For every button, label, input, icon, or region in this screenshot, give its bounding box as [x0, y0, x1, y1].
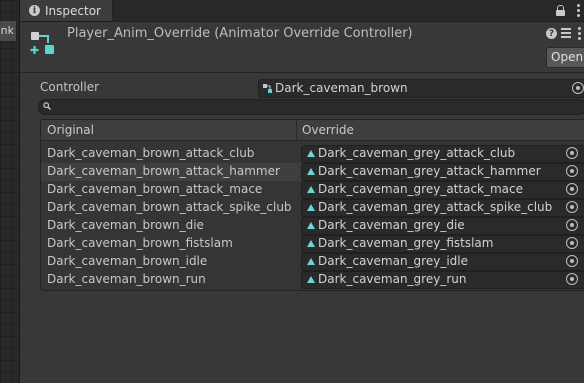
override-clip-name: Dark_caveman_grey_die — [318, 218, 465, 232]
override-clip-name: Dark_caveman_grey_attack_club — [318, 146, 516, 160]
info-icon: i — [29, 5, 40, 16]
original-clip-name: Dark_caveman_brown_fistslam — [47, 236, 233, 250]
list-row[interactable]: Dark_caveman_brown_attack_club Dark_cavem… — [41, 145, 584, 163]
side-panel-tab[interactable]: nk — [0, 20, 17, 42]
override-clip-field[interactable]: Dark_caveman_grey_attack_hammer — [301, 163, 584, 181]
open-button[interactable]: Open — [546, 47, 584, 68]
override-clip-name: Dark_caveman_grey_attack_spike_club — [318, 200, 553, 214]
header-separator — [20, 72, 584, 73]
animation-clip-icon — [307, 204, 315, 211]
tab-menu-icon[interactable] — [577, 4, 581, 17]
original-clip-name: Dark_caveman_brown_idle — [47, 254, 208, 268]
override-clip-field[interactable]: Dark_caveman_grey_die — [301, 217, 584, 235]
list-row[interactable]: Dark_caveman_brown_attack_mace Dark_cavem… — [41, 181, 584, 199]
animator-override-controller-icon — [30, 32, 54, 54]
override-list: Original Override Dark_caveman_brown_att… — [40, 119, 584, 291]
original-clip-name: Dark_caveman_brown_attack_club — [47, 146, 255, 160]
override-clip-field[interactable]: Dark_caveman_grey_attack_mace — [301, 181, 584, 199]
original-clip-name: Dark_caveman_brown_attack_spike_club — [47, 200, 292, 214]
column-header-override[interactable]: Override — [302, 123, 354, 137]
animator-controller-icon — [263, 84, 272, 93]
scene-view-edge — [0, 0, 20, 383]
list-header: Original Override — [41, 120, 584, 141]
object-picker-icon[interactable] — [566, 273, 578, 285]
tab-inspector-label: Inspector — [45, 3, 101, 18]
override-clip-field[interactable]: Dark_caveman_grey_run — [301, 271, 584, 289]
object-picker-icon[interactable] — [566, 237, 578, 249]
list-row[interactable]: Dark_caveman_brown_idle Dark_caveman_grey… — [41, 253, 584, 271]
kebab-menu-icon[interactable] — [578, 27, 582, 40]
override-clip-field[interactable]: Dark_caveman_grey_idle — [301, 253, 584, 271]
object-picker-icon[interactable] — [572, 82, 584, 94]
object-picker-icon[interactable] — [566, 147, 578, 159]
override-clip-field[interactable]: Dark_caveman_grey_attack_club — [301, 145, 584, 163]
controller-label: Controller — [40, 80, 100, 94]
original-clip-name: Dark_caveman_brown_attack_hammer — [47, 164, 280, 178]
column-divider[interactable] — [296, 120, 297, 140]
animation-clip-icon — [307, 240, 315, 247]
animation-clip-icon — [307, 258, 315, 265]
search-input[interactable] — [38, 99, 584, 115]
animation-clip-icon — [307, 276, 315, 283]
override-clip-name: Dark_caveman_grey_attack_mace — [318, 182, 524, 196]
override-clip-name: Dark_caveman_grey_fistslam — [318, 236, 494, 250]
override-clip-name: Dark_caveman_grey_run — [318, 272, 467, 286]
presets-icon[interactable] — [561, 28, 571, 39]
object-picker-icon[interactable] — [566, 183, 578, 195]
object-picker-icon[interactable] — [566, 201, 578, 213]
list-row[interactable]: Dark_caveman_brown_die Dark_caveman_grey_… — [41, 217, 584, 235]
original-clip-name: Dark_caveman_brown_die — [47, 218, 204, 232]
object-picker-icon[interactable] — [566, 255, 578, 267]
list-row[interactable]: Dark_caveman_brown_run Dark_caveman_grey_… — [41, 271, 584, 289]
override-clip-name: Dark_caveman_grey_attack_hammer — [318, 164, 541, 178]
side-panel-tab-label: nk — [0, 24, 14, 37]
asset-title: Player_Anim_Override (Animator Override … — [67, 26, 413, 41]
list-row[interactable]: Dark_caveman_brown_fistslam Dark_caveman_… — [41, 235, 584, 253]
object-picker-icon[interactable] — [566, 219, 578, 231]
search-icon — [43, 102, 51, 110]
lock-icon[interactable] — [556, 5, 565, 16]
original-clip-name: Dark_caveman_brown_attack_mace — [47, 182, 263, 196]
list-row[interactable]: Dark_caveman_brown_attack_hammer Dark_cav… — [41, 163, 584, 181]
animation-clip-icon — [307, 168, 315, 175]
animation-clip-icon — [307, 150, 315, 157]
list-row[interactable]: Dark_caveman_brown_attack_spike_club Dark… — [41, 199, 584, 217]
override-clip-name: Dark_caveman_grey_idle — [318, 254, 468, 268]
controller-field[interactable]: Dark_caveman_brown — [258, 79, 584, 98]
override-clip-field[interactable]: Dark_caveman_grey_fistslam — [301, 235, 584, 253]
help-icon[interactable]: ? — [546, 28, 557, 39]
tab-inspector[interactable]: i Inspector — [20, 0, 113, 21]
override-clip-field[interactable]: Dark_caveman_grey_attack_spike_club — [301, 199, 584, 217]
object-picker-icon[interactable] — [566, 165, 578, 177]
animation-clip-icon — [307, 186, 315, 193]
column-header-original[interactable]: Original — [47, 123, 94, 137]
tab-bar: i Inspector — [20, 0, 584, 22]
animation-clip-icon — [307, 222, 315, 229]
original-clip-name: Dark_caveman_brown_run — [47, 272, 206, 286]
controller-value: Dark_caveman_brown — [275, 81, 408, 95]
